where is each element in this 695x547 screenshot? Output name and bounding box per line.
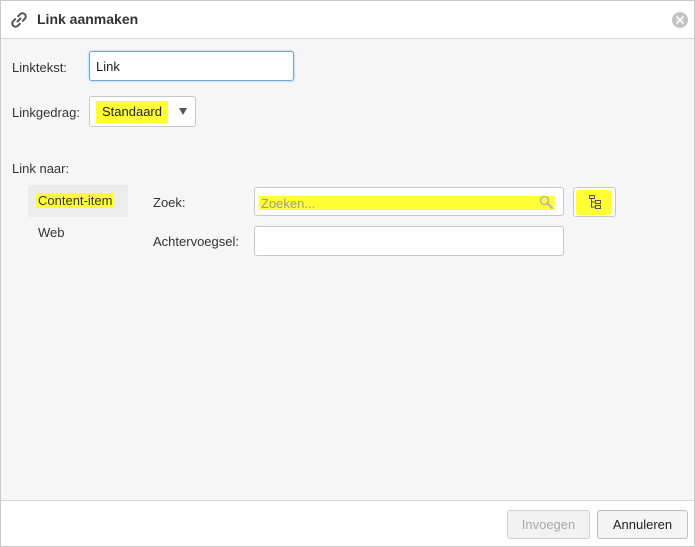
dialog-footer: Invoegen Annuleren (1, 500, 694, 546)
tab-label: Content-item (36, 193, 115, 208)
cancel-button[interactable]: Annuleren (597, 510, 688, 539)
search-input[interactable] (259, 192, 533, 214)
link-behavior-select[interactable]: Standaard (89, 96, 196, 127)
tree-icon (589, 195, 601, 209)
tab-label: Web (38, 225, 65, 240)
link-text-label: Linktekst: (12, 60, 67, 75)
suffix-input[interactable] (254, 226, 564, 256)
chevron-down-icon (179, 108, 187, 115)
browse-tree-button[interactable] (573, 187, 616, 217)
close-icon[interactable] (672, 12, 688, 28)
link-behavior-value: Standaard (96, 101, 168, 123)
link-behavior-label: Linkgedrag: (12, 105, 80, 120)
dialog-titlebar: Link aanmaken (1, 1, 694, 39)
link-to-label: Link naar: (12, 161, 70, 176)
search-label: Zoek: (153, 195, 186, 210)
link-text-input[interactable] (89, 51, 294, 81)
search-field (254, 187, 564, 216)
tab-content-item[interactable]: Content-item (28, 185, 128, 217)
link-icon (10, 11, 28, 29)
search-icon[interactable] (539, 195, 553, 212)
insert-button[interactable]: Invoegen (507, 510, 590, 539)
tab-web[interactable]: Web (28, 217, 128, 249)
link-dialog: Link aanmaken Linktekst: Linkgedrag: Sta… (0, 0, 695, 547)
suffix-label: Achtervoegsel: (153, 234, 239, 249)
dialog-title: Link aanmaken (37, 11, 139, 27)
